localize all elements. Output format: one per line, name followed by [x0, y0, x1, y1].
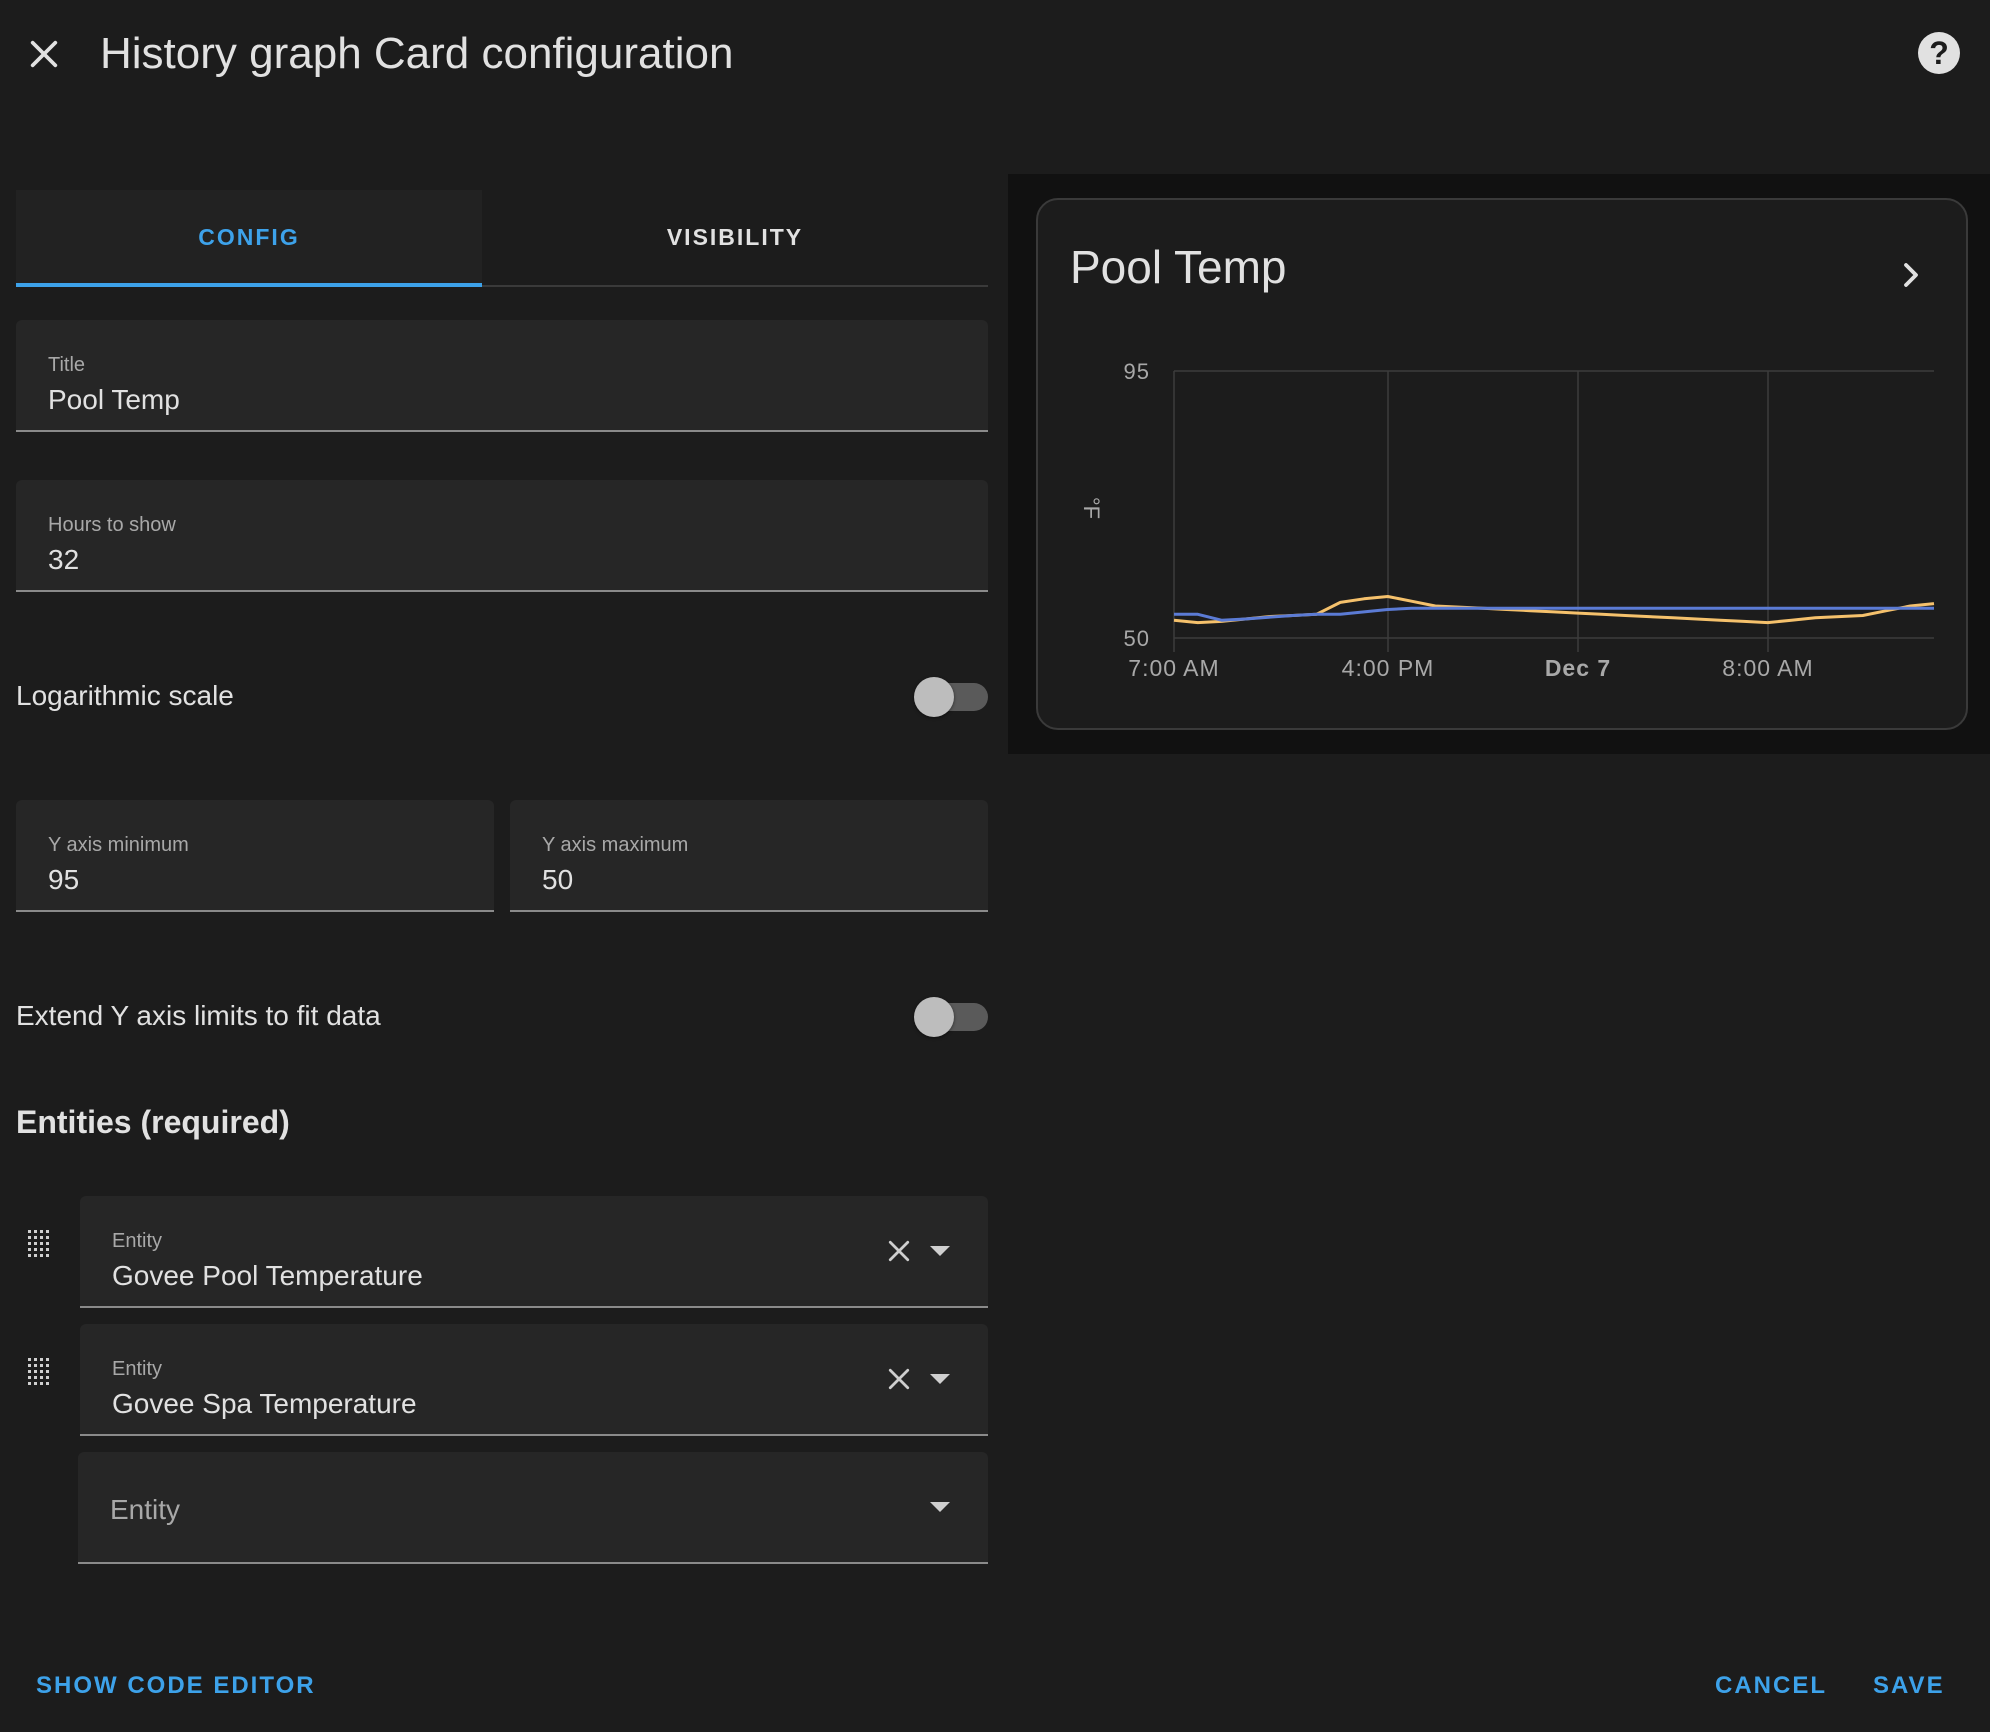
- hours-to-show-value: 32: [48, 544, 80, 575]
- log-scale-label: Logarithmic scale: [16, 680, 234, 711]
- hours-to-show-label: Hours to show: [48, 514, 176, 536]
- close-button[interactable]: [18, 28, 70, 80]
- switch-knob: [914, 677, 954, 717]
- y-axis-min-label: Y axis minimum: [48, 834, 189, 856]
- y-axis-label: °F: [1079, 497, 1104, 519]
- dropdown-arrow-icon[interactable]: [930, 1374, 950, 1384]
- tab-config[interactable]: CONFIG: [16, 190, 482, 287]
- y-axis-min-value: 95: [48, 864, 80, 895]
- x-tick-label: Dec 7: [1545, 655, 1611, 681]
- help-button[interactable]: ?: [1918, 32, 1960, 74]
- y-axis-min-field[interactable]: Y axis minimum 95: [16, 800, 494, 912]
- close-icon: [30, 40, 58, 68]
- title-field-label: Title: [48, 354, 86, 376]
- tab-bar: CONFIG VISIBILITY: [16, 190, 988, 287]
- show-code-editor-button[interactable]: SHOW CODE EDITOR: [36, 1672, 316, 1700]
- new-entity-picker[interactable]: Entity: [78, 1452, 988, 1564]
- clear-icon[interactable]: [884, 1364, 914, 1394]
- x-tick-label: 8:00 AM: [1722, 655, 1813, 681]
- entity-value: Govee Spa Temperature: [112, 1388, 417, 1419]
- title-field[interactable]: Title Pool Temp: [16, 320, 988, 432]
- dropdown-arrow-icon[interactable]: [930, 1502, 950, 1512]
- log-scale-switch[interactable]: [914, 677, 988, 717]
- card-title: Pool Temp: [1070, 241, 1287, 293]
- dropdown-arrow-icon[interactable]: [930, 1246, 950, 1256]
- hours-to-show-field[interactable]: Hours to show 32: [16, 480, 988, 592]
- x-tick-label: 4:00 PM: [1342, 655, 1435, 681]
- y-axis-max-field[interactable]: Y axis maximum 50: [510, 800, 988, 912]
- switch-knob: [914, 997, 954, 1037]
- drag-handle-icon[interactable]: [28, 1358, 52, 1388]
- y-axis-max-value: 50: [542, 864, 574, 895]
- x-tick-label: 7:00 AM: [1128, 655, 1219, 681]
- entity-placeholder: Entity: [110, 1494, 181, 1525]
- dialog-title: History graph Card configuration: [100, 29, 734, 78]
- drag-handle-icon[interactable]: [28, 1230, 52, 1260]
- tab-visibility[interactable]: VISIBILITY: [482, 190, 988, 285]
- entities-heading: Entities (required): [16, 1104, 290, 1140]
- entity-value: Govee Pool Temperature: [112, 1260, 423, 1291]
- entity-picker[interactable]: Entity Govee Pool Temperature: [80, 1196, 988, 1308]
- save-button[interactable]: SAVE: [1873, 1672, 1945, 1700]
- y-tick-label: 50: [1124, 626, 1150, 651]
- y-tick-label: 95: [1124, 359, 1150, 384]
- chevron-right-icon[interactable]: [1896, 258, 1926, 292]
- history-chart: 95 50 7:00 AM 4:00 PM Dec 7 8:00 AM °F: [1079, 359, 1935, 681]
- cancel-button[interactable]: CANCEL: [1715, 1672, 1827, 1700]
- extend-y-label: Extend Y axis limits to fit data: [16, 1000, 381, 1031]
- extend-y-switch[interactable]: [914, 997, 988, 1037]
- y-axis-max-label: Y axis maximum: [542, 834, 689, 856]
- clear-icon[interactable]: [884, 1236, 914, 1266]
- help-circle-icon: ?: [1929, 34, 1949, 71]
- entity-label: Entity: [112, 1230, 163, 1252]
- entity-picker[interactable]: Entity Govee Spa Temperature: [80, 1324, 988, 1436]
- title-field-value: Pool Temp: [48, 384, 180, 415]
- entity-label: Entity: [112, 1358, 163, 1380]
